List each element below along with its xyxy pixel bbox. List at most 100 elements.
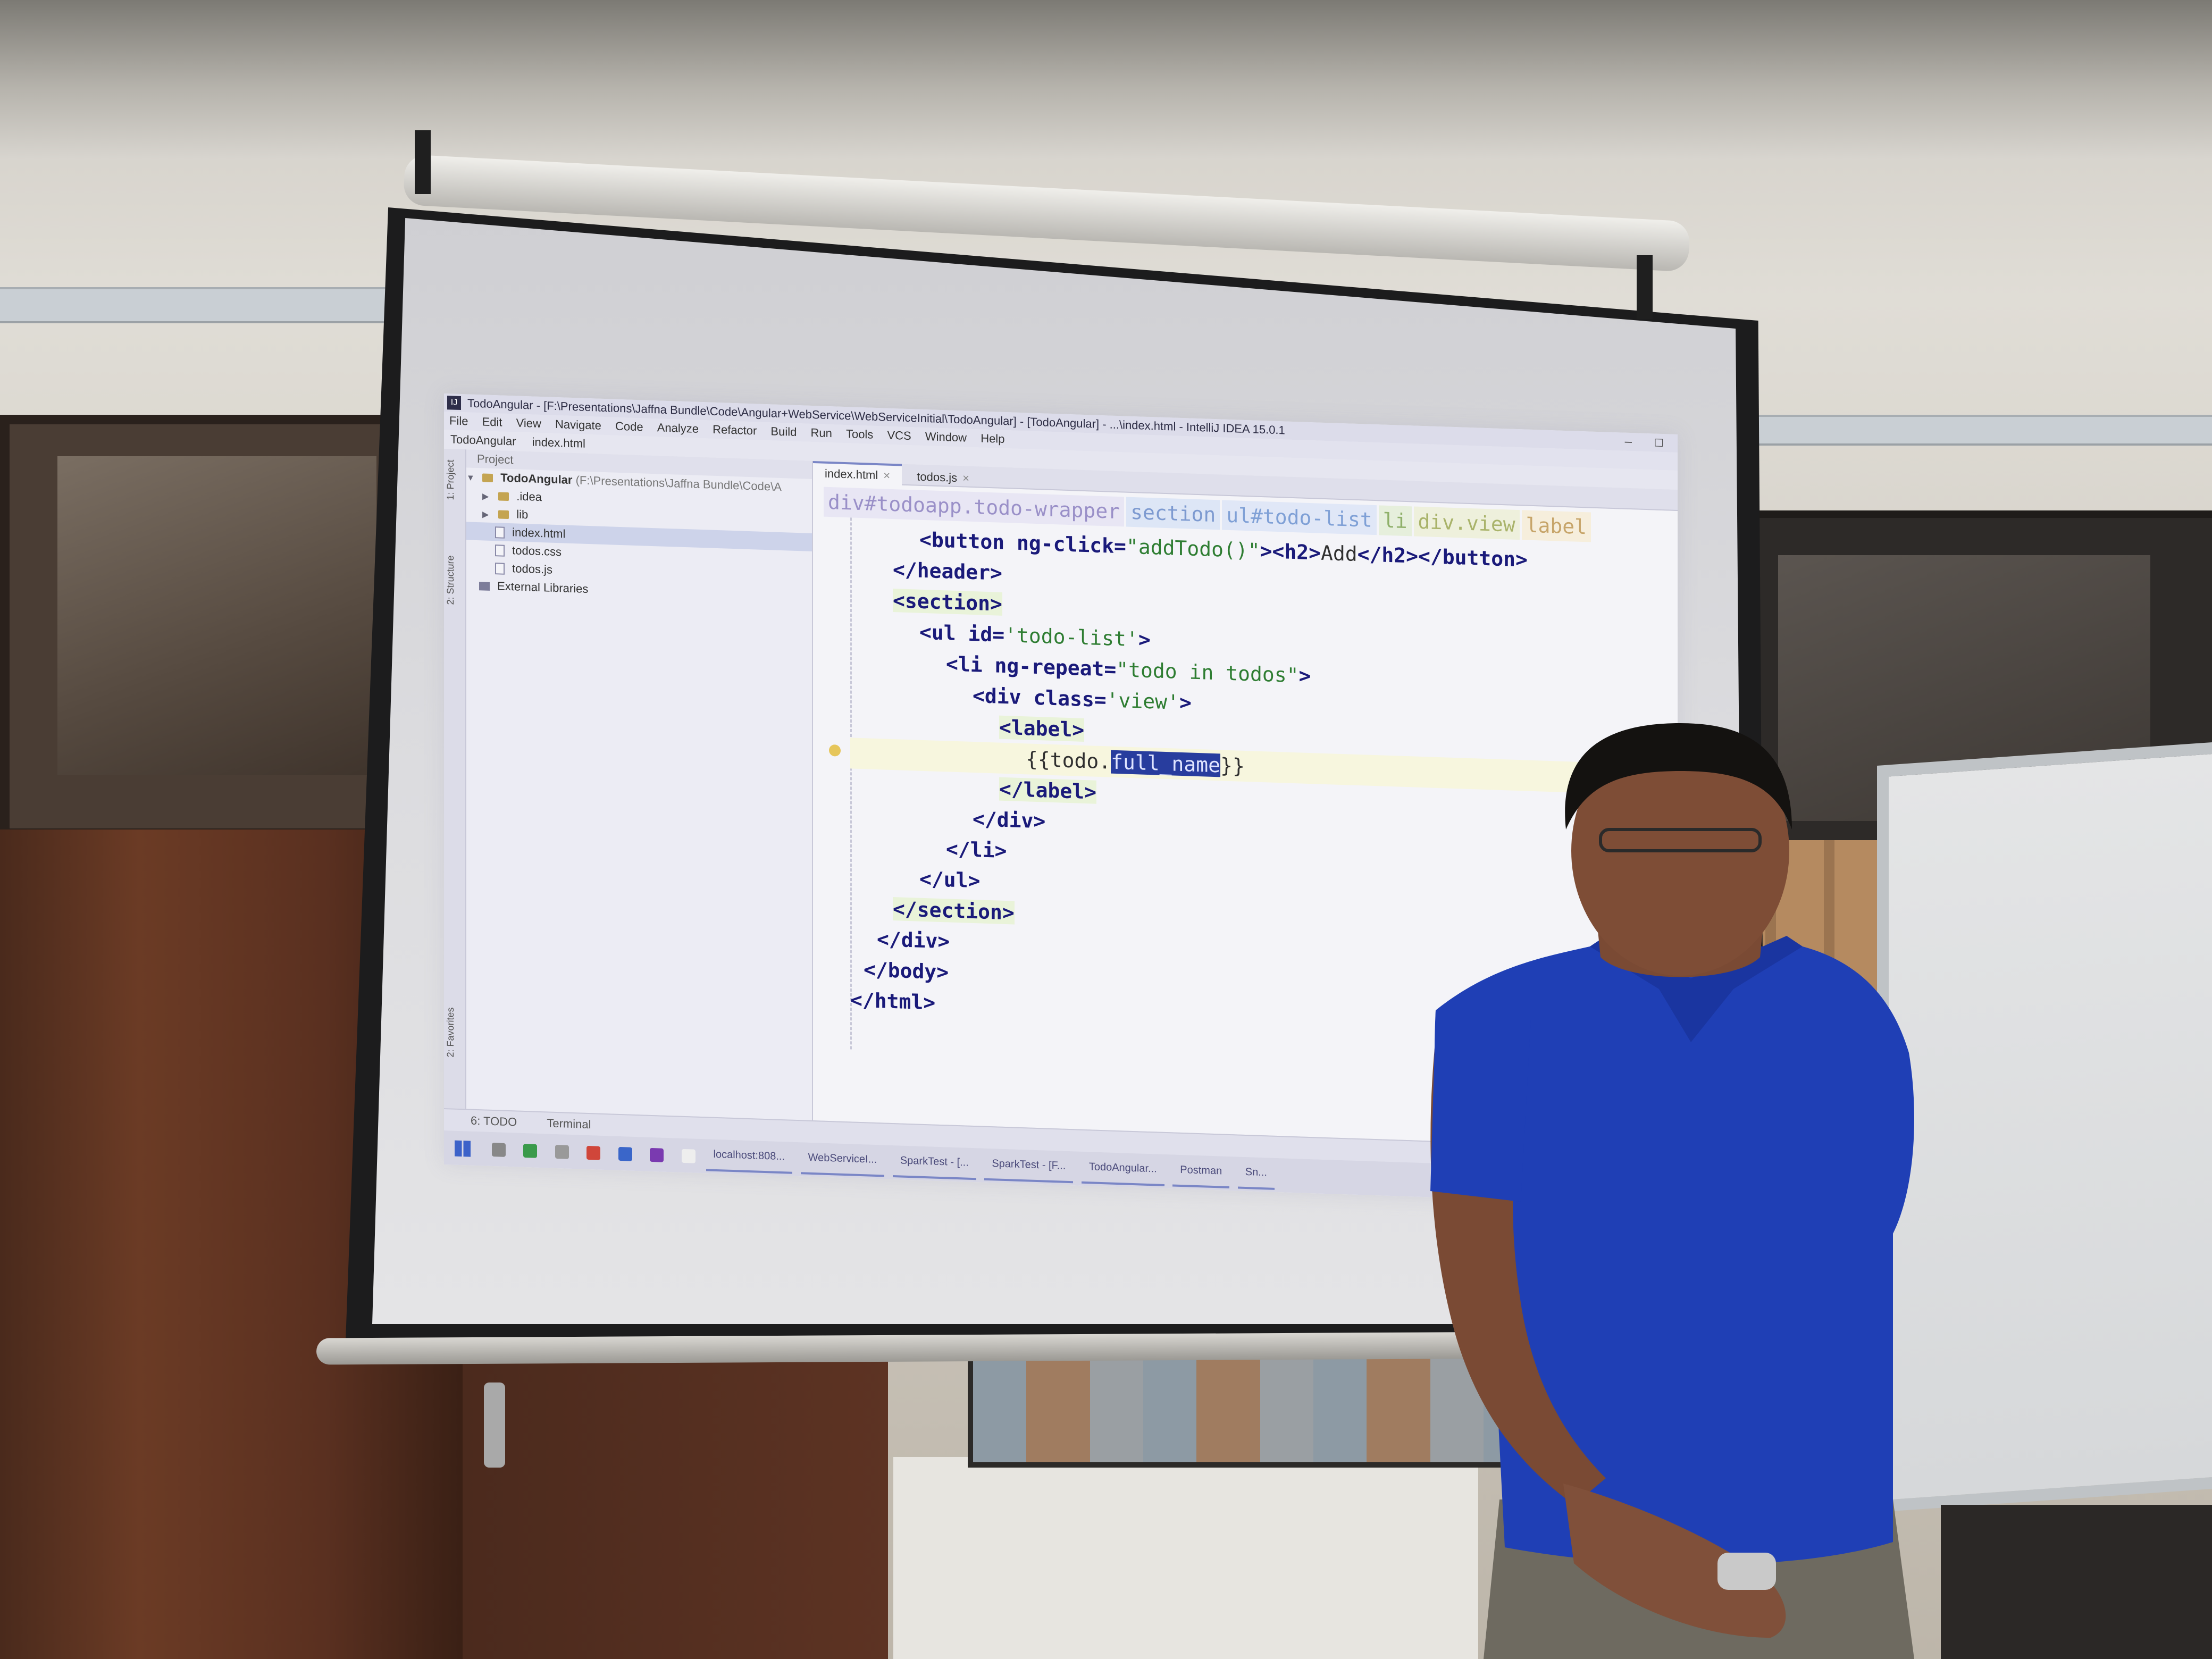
code-editor[interactable]: index.html × todos.js × div#todoapp.todo-w… xyxy=(813,461,1678,1149)
css-file-icon xyxy=(495,544,505,557)
wall-rail-left xyxy=(0,287,425,323)
code-token: ng-click= xyxy=(1017,531,1126,558)
library-icon xyxy=(479,582,490,591)
folder-icon xyxy=(482,473,493,483)
tree-item-label: index.html xyxy=(512,525,566,541)
taskbar-item-postman[interactable]: Postman xyxy=(1172,1154,1230,1189)
collapse-arrow-icon[interactable]: ▶ xyxy=(482,488,495,506)
project-tool-tab[interactable]: 1: Project xyxy=(445,459,464,500)
wristwatch xyxy=(1717,1553,1776,1590)
todo-tool-tab[interactable]: 6: TODO xyxy=(471,1114,517,1129)
code-token: > xyxy=(1298,664,1311,688)
menu-vcs[interactable]: VCS xyxy=(887,429,911,443)
menu-analyze[interactable]: Analyze xyxy=(657,421,699,435)
code-token: class= xyxy=(1033,685,1107,712)
nav-project[interactable]: TodoAngular xyxy=(450,432,516,448)
favorites-tool-tab[interactable]: 2: Favorites xyxy=(445,1007,464,1058)
tab-todos-js[interactable]: todos.js × xyxy=(905,466,981,489)
roller-bracket-left xyxy=(415,130,431,194)
folder-icon xyxy=(498,510,509,520)
close-icon[interactable]: × xyxy=(883,468,890,482)
breadcrumb-item[interactable]: section xyxy=(1126,497,1220,530)
taskbar-item-sparktest-2[interactable]: SparkTest - [F... xyxy=(984,1148,1074,1184)
code-token: </li> xyxy=(946,837,1007,863)
code-token: </label> xyxy=(999,777,1097,804)
menu-help[interactable]: Help xyxy=(981,431,1004,446)
menu-build[interactable]: Build xyxy=(770,424,797,439)
roller-bracket-right xyxy=(1637,255,1653,319)
code-area[interactable]: <button ng-click="addTodo()"><h2>Add</h2… xyxy=(829,522,1678,1048)
html-file-icon xyxy=(495,526,505,539)
structure-tool-tab[interactable]: 2: Structure xyxy=(445,555,464,605)
collapse-arrow-icon[interactable]: ▶ xyxy=(482,506,495,524)
taskbar-item-other[interactable]: Sn... xyxy=(1237,1157,1275,1190)
menu-view[interactable]: View xyxy=(516,416,541,430)
code-token: </div> xyxy=(973,807,1046,833)
menu-file[interactable]: File xyxy=(449,414,468,428)
project-panel: Project ▼ TodoAngular (F:\Presentations\… xyxy=(466,449,814,1121)
code-token: > xyxy=(1179,690,1192,715)
tree-item-label: todos.js xyxy=(512,562,552,576)
search-icon[interactable] xyxy=(491,1142,506,1157)
nav-file[interactable]: index.html xyxy=(532,435,585,450)
maximize-button[interactable]: □ xyxy=(1655,434,1663,452)
menu-window[interactable]: Window xyxy=(925,430,967,445)
task-view-icon[interactable] xyxy=(555,1144,569,1159)
taskbar-item-todoangular[interactable]: TodoAngular... xyxy=(1081,1151,1164,1186)
menu-tools[interactable]: Tools xyxy=(846,427,873,441)
windows-start-icon[interactable] xyxy=(455,1140,471,1157)
whiteboard xyxy=(1877,740,2212,1512)
breadcrumb-item[interactable]: div.view xyxy=(1413,506,1520,540)
outlook-icon[interactable] xyxy=(618,1146,632,1161)
ide-window: IJ TodoAngular - [F:\Presentations\Jaffn… xyxy=(444,393,1678,1205)
tab-label: todos.js xyxy=(917,470,958,485)
excel-icon[interactable] xyxy=(523,1143,538,1158)
code-token: </body> xyxy=(864,958,949,984)
code-token: </section> xyxy=(893,896,1015,925)
taskbar-item-sparktest-1[interactable]: SparkTest - [... xyxy=(892,1145,976,1180)
menu-run[interactable]: Run xyxy=(810,426,832,440)
code-token: </ul> xyxy=(919,867,981,893)
app-icon[interactable] xyxy=(586,1145,601,1160)
code-token: "todo in todos" xyxy=(1116,657,1299,688)
taskbar-item-webservice[interactable]: WebServiceI... xyxy=(800,1142,885,1177)
taskbar-item-chrome[interactable]: localhost:808... xyxy=(706,1139,793,1174)
breadcrumb-item[interactable]: label xyxy=(1521,510,1591,542)
wooden-panel xyxy=(463,1340,888,1659)
code-token: "addTodo()" xyxy=(1126,534,1260,563)
breadcrumb-item[interactable]: ul#todo-list xyxy=(1222,500,1377,535)
presenter-hands xyxy=(1563,1484,1786,1638)
left-tool-strip: 1: Project 2: Structure 2: Favorites xyxy=(444,449,466,1109)
expand-arrow-icon[interactable]: ▼ xyxy=(466,469,479,488)
window-pane-left xyxy=(57,456,376,775)
code-token: 'view' xyxy=(1106,688,1179,714)
code-token: id= xyxy=(968,622,1005,647)
tab-index-html[interactable]: index.html × xyxy=(813,461,902,487)
intellij-logo-icon: IJ xyxy=(447,396,461,410)
onenote-icon[interactable] xyxy=(650,1147,664,1162)
code-token: ng-repeat= xyxy=(994,653,1117,681)
tree-item-label: lib xyxy=(516,507,529,522)
code-token: {{todo. xyxy=(1026,747,1111,774)
terminal-tool-tab[interactable]: Terminal xyxy=(547,1116,591,1131)
tree-item-label: todos.css xyxy=(512,543,562,559)
menu-refactor[interactable]: Refactor xyxy=(713,423,757,438)
code-token: <li xyxy=(946,652,995,677)
room-scene: IJ TodoAngular - [F:\Presentations\Jaffn… xyxy=(0,0,2212,1659)
breadcrumb-item[interactable]: div#todoapp.todo-wrapper xyxy=(824,487,1125,527)
tree-item-label: External Libraries xyxy=(497,579,589,596)
code-token: </html> xyxy=(850,988,936,1015)
lightbulb-icon[interactable] xyxy=(829,744,841,757)
dark-furniture xyxy=(1941,1505,2212,1659)
file-icon[interactable] xyxy=(681,1149,696,1163)
presenter-legs xyxy=(1484,1499,1914,1659)
code-token: </h2></button> xyxy=(1357,542,1528,572)
lower-wall xyxy=(893,1457,1478,1659)
menu-code[interactable]: Code xyxy=(615,420,643,434)
wall-rail-right xyxy=(1680,415,2212,446)
breadcrumb-item[interactable]: li xyxy=(1378,505,1412,537)
menu-navigate[interactable]: Navigate xyxy=(555,417,601,432)
minimize-button[interactable]: – xyxy=(1625,433,1632,451)
menu-edit[interactable]: Edit xyxy=(482,415,502,429)
close-icon[interactable]: × xyxy=(962,471,969,484)
